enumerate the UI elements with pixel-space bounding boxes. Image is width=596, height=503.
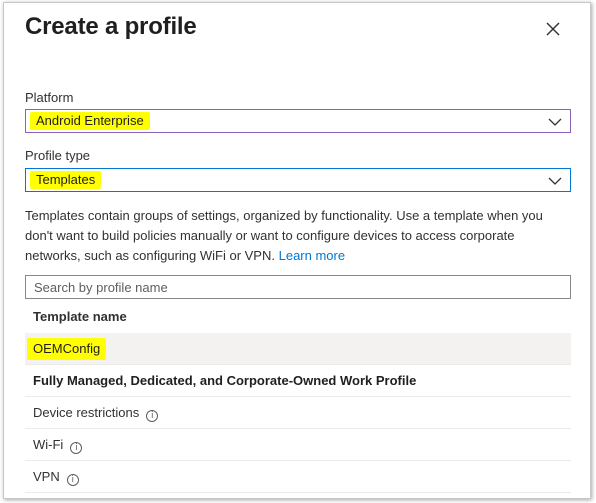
profile-type-label: Profile type	[25, 148, 91, 163]
template-label: OEMConfig	[27, 338, 107, 360]
profile-type-dropdown[interactable]: Templates	[25, 168, 571, 192]
template-label: Wi-Fi	[33, 437, 64, 452]
dialog-title: Create a profile	[25, 13, 197, 40]
template-label: Device restrictions	[33, 405, 140, 420]
group-label: Fully Managed, Dedicated, and Corporate-…	[33, 373, 417, 388]
profile-type-value: Templates	[30, 171, 102, 189]
template-label: VPN	[33, 469, 60, 484]
learn-more-link[interactable]: Learn more	[279, 248, 345, 263]
platform-label: Platform	[25, 90, 74, 105]
template-group-header: Fully Managed, Dedicated, and Corporate-…	[25, 365, 571, 397]
templates-description: Templates contain groups of settings, or…	[25, 206, 573, 266]
template-row-wifi[interactable]: Wi-Fi i	[25, 429, 571, 461]
create-profile-dialog: Create a profile Platform Android Enterp…	[3, 2, 591, 499]
info-icon[interactable]: i	[66, 474, 79, 486]
chevron-down-icon	[548, 115, 562, 127]
template-row-oemconfig[interactable]: OEMConfig	[25, 333, 571, 365]
info-icon[interactable]: i	[70, 442, 83, 454]
close-icon[interactable]	[542, 18, 564, 40]
info-icon[interactable]: i	[146, 410, 159, 422]
column-header-template-name: Template name	[33, 309, 127, 324]
platform-dropdown[interactable]: Android Enterprise	[25, 109, 571, 133]
search-input[interactable]	[25, 275, 571, 299]
platform-value: Android Enterprise	[30, 112, 150, 130]
template-row-device-restrictions[interactable]: Device restrictions i	[25, 397, 571, 429]
chevron-down-icon	[548, 174, 562, 186]
template-row-vpn[interactable]: VPN i	[25, 461, 571, 493]
